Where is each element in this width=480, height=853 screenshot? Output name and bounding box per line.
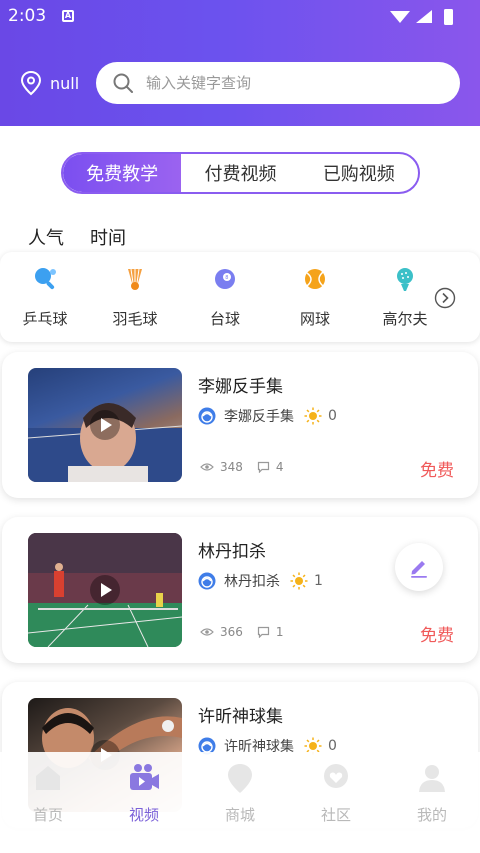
video-thumbnail[interactable] [28,368,182,482]
like-count: 1 [314,573,323,589]
shuttlecock-icon [128,268,142,290]
tab-community[interactable]: 社区 [288,752,384,853]
tab-label: 社区 [320,806,351,824]
status-time: 2:03 [8,6,47,26]
category-label: 羽毛球 [112,310,158,328]
content-type-segmented-control: 免费教学 付费视频 已购视频 [61,152,420,194]
play-icon [90,575,120,605]
location-text: null [50,73,80,93]
segment-free-teaching[interactable]: 免费教学 [63,154,182,192]
create-post-button[interactable] [395,543,443,591]
tab-mine[interactable]: 我的 [384,752,480,853]
location-pin-icon [20,70,42,96]
play-icon [90,410,120,440]
category-pingpong[interactable]: 乒乓球 [0,252,90,342]
category-bar: 乒乓球 羽毛球 8 台球 网球 高尔夫 [0,252,480,342]
tab-mall[interactable]: 商城 [192,752,288,853]
like-count: 0 [328,408,337,424]
eye-icon [200,463,214,471]
comment-icon [257,461,270,473]
location-selector[interactable]: null [20,70,79,96]
category-label: 网球 [299,310,330,328]
video-title: 许昕神球集 [198,707,283,727]
tab-video[interactable]: 视频 [96,752,192,853]
view-count: 366 [220,625,243,639]
tab-label: 我的 [416,806,447,824]
segment-purchased-videos[interactable]: 已购视频 [300,154,418,192]
author-name: 林丹扣杀 [224,574,280,590]
video-card[interactable]: 李娜反手集 李娜反手集 0 348 4 免费 [2,352,478,498]
header: 2:03 A null [0,0,480,126]
search-icon [113,73,133,93]
pencil-icon [411,561,427,578]
eye-icon [200,628,214,636]
chevron-right-circle-icon[interactable] [434,287,456,309]
author-name: 李娜反手集 [224,409,294,425]
search-input[interactable] [146,74,426,92]
category-label: 高尔夫 [382,310,428,328]
category-tennis[interactable]: 网球 [270,252,360,342]
category-badminton[interactable]: 羽毛球 [90,252,180,342]
sun-icon [304,407,322,425]
comment-count: 4 [275,460,284,474]
video-meta: 李娜反手集 0 [198,406,337,426]
comment-count: 1 [275,625,284,639]
segment-paid-videos[interactable]: 付费视频 [181,154,299,192]
video-camera-icon [130,764,159,790]
community-icon [324,764,348,788]
video-title: 林丹扣杀 [198,542,266,562]
pingpong-icon [35,268,56,290]
tennis-icon [305,269,325,289]
bottom-tab-bar: 首页 视频 商城 社区 我的 [0,752,480,853]
video-card[interactable]: 林丹扣杀 林丹扣杀 1 366 1 免费 [2,517,478,663]
video-thumbnail[interactable] [28,533,182,647]
category-label: 台球 [209,310,240,328]
sort-tab-time[interactable]: 时间 [90,224,126,250]
video-stats: 366 1 [200,625,284,639]
tab-label: 视频 [128,806,159,824]
video-title: 李娜反手集 [198,377,283,397]
price-label: 免费 [420,461,454,481]
billiard-icon: 8 [215,269,235,289]
home-icon [36,766,60,790]
tab-label: 商城 [224,806,255,824]
golf-icon [397,268,413,291]
comment-stat: 1 [257,625,284,639]
view-count: 348 [220,460,243,474]
category-label: 乒乓球 [22,310,68,328]
tab-label: 首页 [32,806,63,824]
tab-home[interactable]: 首页 [0,752,96,853]
svg-text:8: 8 [225,275,228,281]
sort-tabs: 人气 时间 [28,224,152,260]
notification-a-icon: A [62,10,74,22]
shop-icon [228,764,252,793]
signal-wifi-battery-icon [390,9,453,25]
user-icon [419,765,445,792]
sun-icon [290,572,308,590]
comment-stat: 4 [257,460,284,474]
sort-tab-popularity[interactable]: 人气 [28,224,64,260]
video-meta: 林丹扣杀 1 [198,571,323,591]
category-billiards[interactable]: 8 台球 [180,252,270,342]
video-stats: 348 4 [200,460,284,474]
status-bar: 2:03 A [0,0,480,34]
author-avatar-icon [198,407,216,425]
price-label: 免费 [420,626,454,646]
comment-icon [257,626,270,638]
search-bar[interactable] [96,62,460,104]
author-avatar-icon [198,572,216,590]
